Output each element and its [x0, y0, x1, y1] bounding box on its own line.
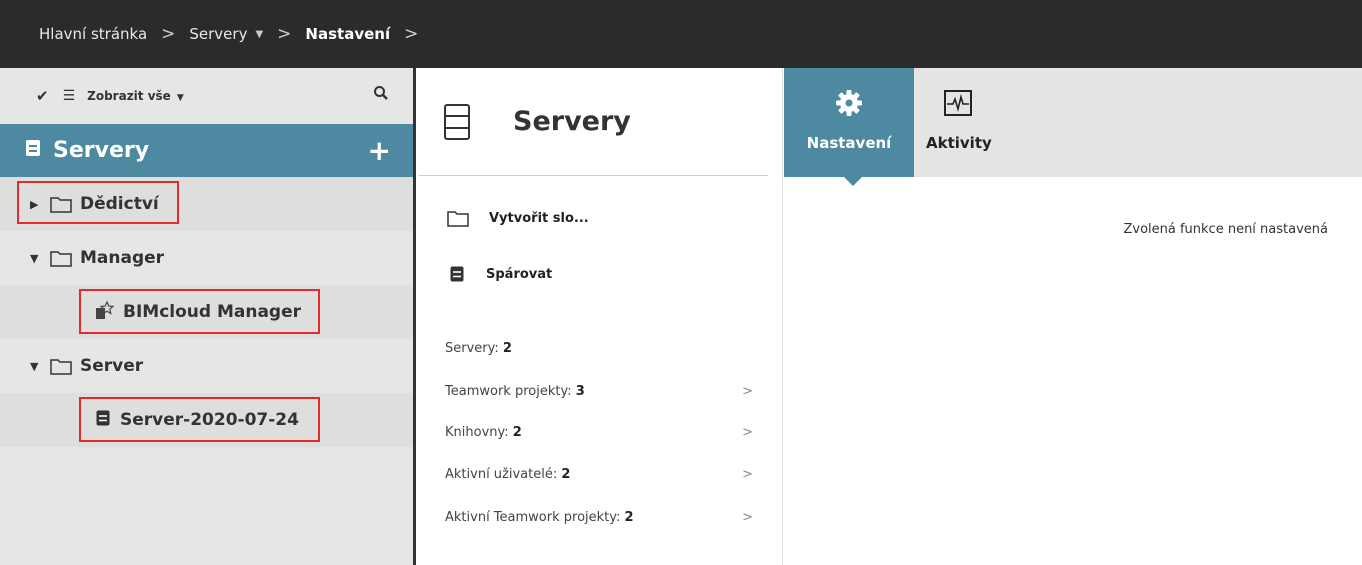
stat-libraries[interactable]: Knihovny: 2 > [445, 425, 765, 440]
active-tab-pointer [844, 177, 862, 186]
activity-icon [944, 90, 972, 116]
tab-bar: Nastavení Aktivity [784, 68, 1362, 186]
chevron-right-icon[interactable]: > [742, 384, 753, 399]
settings-panel: Nastavení Aktivity Zvolená funkce není n… [784, 68, 1362, 565]
server-icon [450, 266, 464, 282]
highlight-box [79, 397, 320, 442]
tab-activities-label: Aktivity [926, 134, 992, 152]
filter-dropdown[interactable]: Zobrazit vše ▼ [87, 89, 184, 103]
folder-icon [447, 210, 469, 227]
tree-toolbar: ✔ ☰ Zobrazit vše ▼ [0, 68, 413, 124]
tree-item-label: Server [80, 356, 144, 376]
chevron-right-icon[interactable]: > [742, 425, 753, 440]
search-icon[interactable] [373, 85, 389, 104]
server-tree-panel: ✔ ☰ Zobrazit vše ▼ Servery + ▶ Dědictví ▼… [0, 68, 416, 565]
stat-teamwork-projects[interactable]: Teamwork projekty: 3 > [445, 384, 765, 399]
chevron-down-icon: ▼ [176, 93, 184, 103]
list-icon[interactable]: ☰ [63, 88, 76, 104]
folder-icon [50, 250, 72, 267]
stat-servers: Servery: 2 [445, 341, 765, 356]
breadcrumb-servers[interactable]: Servery [189, 25, 247, 43]
breadcrumb-separator-icon: > [277, 24, 292, 44]
details-header: Servery [419, 68, 768, 176]
highlight-box [17, 181, 179, 224]
details-panel: Servery Vytvořit slo... Spárovat Servery… [419, 68, 783, 565]
breadcrumb: Hlavní stránka > Servery ▼ > Nastavení > [0, 0, 1362, 68]
stat-value: 2 [512, 425, 522, 440]
check-icon[interactable]: ✔ [36, 87, 49, 105]
chevron-down-icon[interactable]: ▼ [30, 252, 44, 265]
server-list-icon [444, 103, 470, 140]
stat-label: Knihovny: [445, 425, 513, 440]
chevron-down-icon[interactable]: ▼ [255, 29, 263, 40]
add-icon[interactable]: + [368, 134, 391, 167]
breadcrumb-home[interactable]: Hlavní stránka [39, 25, 147, 43]
tab-activities[interactable]: Aktivity [916, 68, 1026, 177]
breadcrumb-separator-icon: > [161, 24, 176, 44]
tab-settings-label: Nastavení [806, 134, 892, 152]
tree-header-title: Servery [53, 138, 150, 163]
stat-active-teamwork-projects[interactable]: Aktivní Teamwork projekty: 2 > [445, 510, 765, 525]
highlight-box [79, 289, 320, 334]
tree-header: Servery + [0, 124, 413, 177]
stat-label: Teamwork projekty: [445, 384, 576, 399]
breadcrumb-separator-icon: > [404, 24, 419, 44]
tree-item-label: Manager [80, 248, 165, 268]
stat-active-users[interactable]: Aktivní uživatelé: 2 > [445, 467, 765, 482]
stat-label: Aktivní Teamwork projekty: [445, 510, 625, 525]
server-icon [25, 138, 53, 163]
tree-item-manager[interactable]: ▼ Manager [0, 231, 413, 285]
pair-button[interactable]: Spárovat [419, 246, 782, 302]
stat-label: Servery: [445, 341, 503, 356]
gear-icon [836, 90, 862, 116]
stat-value: 3 [575, 384, 585, 399]
tree-item-dedictvi[interactable]: ▶ Dědictví [0, 177, 413, 231]
chevron-right-icon[interactable]: > [742, 510, 753, 525]
breadcrumb-current: Nastavení [305, 25, 391, 43]
create-folder-label: Vytvořit slo... [489, 210, 589, 226]
stat-value: 2 [502, 341, 512, 356]
stat-label: Aktivní uživatelé: [445, 467, 562, 482]
empty-state-message: Zvolená funkce není nastavená [1123, 222, 1328, 237]
tab-settings[interactable]: Nastavení [784, 68, 914, 177]
pair-label: Spárovat [486, 266, 553, 282]
chevron-right-icon[interactable]: > [742, 467, 753, 482]
chevron-down-icon[interactable]: ▼ [30, 360, 44, 373]
stat-value: 2 [561, 467, 571, 482]
tree-item-server-2020-07-24[interactable]: Server-2020-07-24 [0, 393, 413, 447]
stat-value: 2 [624, 510, 634, 525]
create-folder-button[interactable]: Vytvořit slo... [419, 190, 782, 246]
folder-icon [50, 358, 72, 375]
tree-item-bimcloud-manager[interactable]: BIMcloud Manager [0, 285, 413, 339]
tree-item-server-folder[interactable]: ▼ Server [0, 339, 413, 393]
filter-label: Zobrazit vše [87, 89, 171, 103]
details-title: Servery [513, 106, 631, 137]
